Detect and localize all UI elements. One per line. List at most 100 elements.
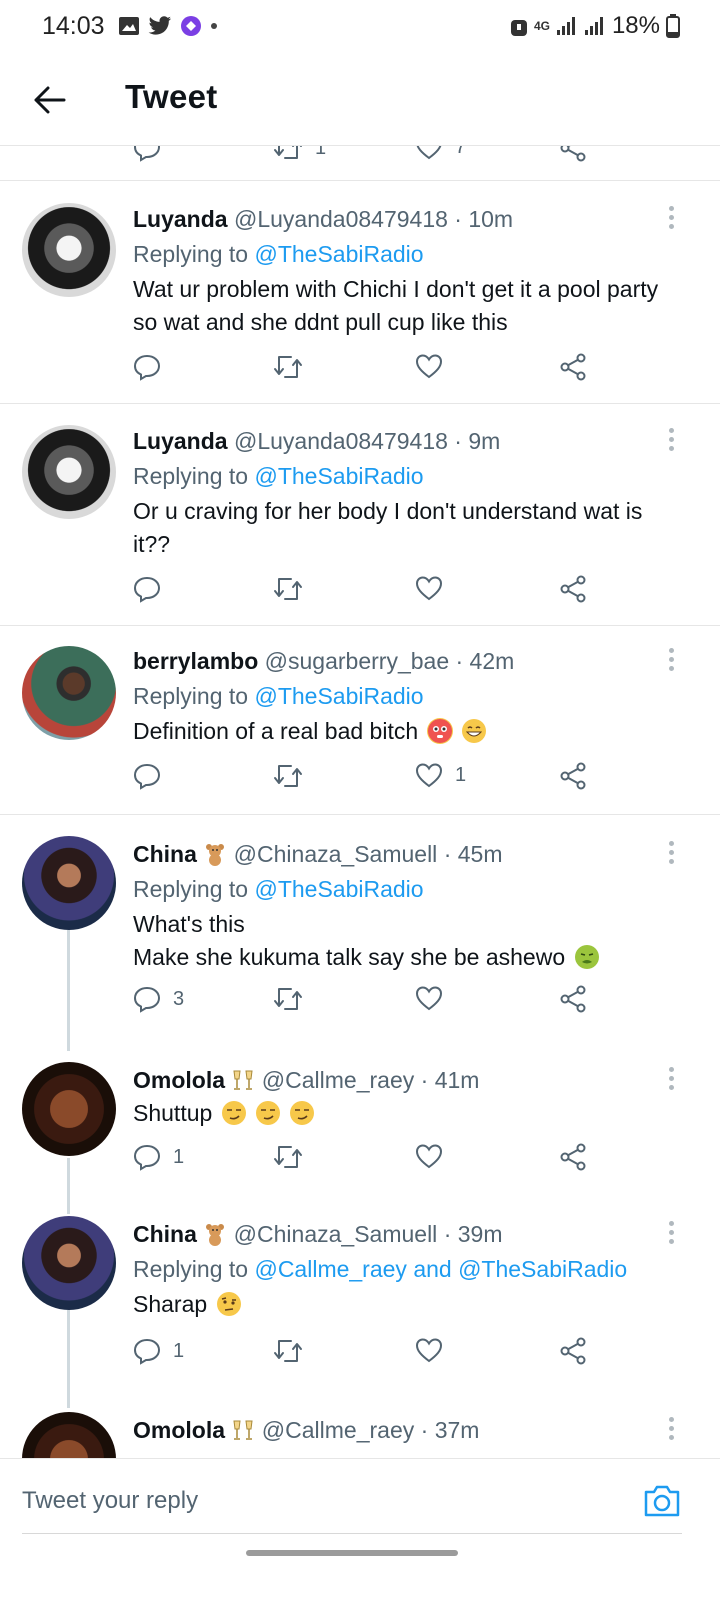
reply-button[interactable] <box>133 353 173 381</box>
tweet-item[interactable]: Omolola @Callme_raey · 41m Shuttup 1 <box>0 1057 720 1211</box>
like-button[interactable] <box>415 353 455 379</box>
author-handle[interactable]: @Luyanda08479418 <box>234 428 448 454</box>
author-name[interactable]: Omolola <box>133 1067 225 1093</box>
tweet-actions: 1 <box>133 1337 603 1371</box>
tweet-actions: 1 <box>133 762 603 796</box>
author-handle[interactable]: @Chinaza_Samuell <box>234 841 438 867</box>
avatar[interactable] <box>22 1216 116 1310</box>
avatar[interactable] <box>22 425 116 519</box>
share-button[interactable] <box>559 762 587 790</box>
replying-to-link[interactable]: @TheSabiRadio <box>254 876 423 902</box>
author-name[interactable]: China <box>133 841 197 867</box>
reply-input[interactable]: Tweet your reply <box>22 1487 198 1515</box>
author-handle[interactable]: @Callme_raey <box>262 1417 414 1443</box>
tweet-header: Omolola @Callme_raey · 41m <box>133 1067 660 1098</box>
app-header: Tweet <box>0 56 720 146</box>
share-button[interactable] <box>559 985 587 1013</box>
battery-icon <box>666 14 680 38</box>
retweet-button[interactable] <box>273 985 315 1013</box>
share-button[interactable] <box>559 575 587 603</box>
avatar[interactable] <box>22 1062 116 1156</box>
more-options-button[interactable] <box>666 1221 676 1244</box>
more-options-button[interactable] <box>666 428 676 451</box>
like-button[interactable] <box>415 985 455 1011</box>
reply-button[interactable] <box>133 762 173 790</box>
avatar[interactable] <box>22 836 116 930</box>
author-name[interactable]: berrylambo <box>133 648 258 674</box>
reply-button[interactable]: 3 <box>133 985 184 1013</box>
replying-to-link[interactable]: @TheSabiRadio <box>254 241 423 267</box>
replying-to: Replying to @Callme_raey and @TheSabiRad… <box>133 1256 627 1283</box>
author-handle[interactable]: @Callme_raey <box>262 1067 414 1093</box>
tweet-item[interactable]: Luyanda @Luyanda08479418 · 10m Replying … <box>0 182 720 404</box>
face-with-raised-eyebrow-emoji <box>216 1291 242 1317</box>
retweet-button[interactable] <box>273 353 315 381</box>
tweet-actions <box>133 353 603 387</box>
author-handle[interactable]: @Chinaza_Samuell <box>234 1221 438 1247</box>
tweet-time: · 41m <box>420 1067 480 1093</box>
share-button[interactable] <box>559 146 587 162</box>
replying-label: Replying to <box>133 241 249 267</box>
reply-button[interactable]: 1 <box>133 1143 184 1171</box>
reply-icon <box>133 763 161 790</box>
retweet-button[interactable] <box>273 1337 315 1365</box>
tweet-item[interactable]: Luyanda @Luyanda08479418 · 9m Replying t… <box>0 404 720 626</box>
smirking-face-emoji <box>255 1100 281 1126</box>
tweet-text: Shuttup <box>133 1100 213 1126</box>
share-icon <box>560 1143 586 1171</box>
camera-button[interactable] <box>642 1483 682 1523</box>
author-name[interactable]: China <box>133 1221 197 1247</box>
status-right: 4G 18% <box>510 12 680 40</box>
like-button[interactable]: 7 <box>415 146 466 160</box>
back-button[interactable] <box>30 80 70 120</box>
more-options-button[interactable] <box>666 206 676 229</box>
like-button[interactable] <box>415 575 455 601</box>
retweet-button[interactable] <box>273 575 315 603</box>
avatar[interactable] <box>22 203 116 297</box>
more-options-button[interactable] <box>666 1067 676 1090</box>
more-options-button[interactable] <box>666 648 676 671</box>
retweet-button[interactable] <box>273 762 315 790</box>
author-name[interactable]: Luyanda <box>133 206 228 232</box>
gallery-icon <box>119 17 139 35</box>
avatar[interactable] <box>22 646 116 740</box>
more-options-button[interactable] <box>666 841 676 864</box>
heart-icon <box>415 576 443 601</box>
retweet-button[interactable]: 1 <box>273 146 326 162</box>
author-handle[interactable]: @sugarberry_bae <box>265 648 449 674</box>
replying-label: Replying to <box>133 876 249 902</box>
retweet-icon <box>274 765 302 787</box>
tweet-item[interactable]: berrylambo @sugarberry_bae · 42m Replyin… <box>0 626 720 815</box>
retweet-icon <box>274 356 302 378</box>
replying-to: Replying to @TheSabiRadio <box>133 241 424 268</box>
author-handle[interactable]: @Luyanda08479418 <box>234 206 448 232</box>
share-button[interactable] <box>559 1337 587 1365</box>
like-button[interactable]: 1 <box>415 762 466 788</box>
reply-button[interactable]: 1 <box>133 1337 184 1365</box>
tweet-item[interactable]: China @Chinaza_Samuell · 45m Replying to… <box>0 815 720 1057</box>
author-name[interactable]: Omolola <box>133 1417 225 1443</box>
share-icon <box>560 146 586 162</box>
tweet-item[interactable]: China @Chinaza_Samuell · 39m Replying to… <box>0 1211 720 1407</box>
more-options-button[interactable] <box>666 1417 676 1440</box>
tweet-text-line-2: Make she kukuma talk say she be ashewo <box>133 941 680 974</box>
share-button[interactable] <box>559 1143 587 1171</box>
replying-to-link[interactable]: @TheSabiRadio <box>254 683 423 709</box>
retweet-button[interactable] <box>273 1143 315 1171</box>
reply-thread[interactable]: 1 7 Luyanda @Luyanda08479418 · 10m Reply… <box>0 146 720 1492</box>
reply-icon <box>133 354 161 381</box>
replying-to-link[interactable]: @TheSabiRadio <box>254 463 423 489</box>
reply-button[interactable] <box>133 575 173 603</box>
share-button[interactable] <box>559 353 587 381</box>
home-indicator[interactable] <box>246 1550 458 1556</box>
replying-to-link[interactable]: @Callme_raey and @TheSabiRadio <box>254 1256 627 1282</box>
like-button[interactable] <box>415 1143 455 1169</box>
network-type: 4G <box>533 19 550 33</box>
heart-icon <box>415 1338 443 1363</box>
share-icon <box>560 353 586 381</box>
like-button[interactable] <box>415 1337 455 1363</box>
reply-button[interactable] <box>133 146 161 162</box>
tweet-text-container: Definition of a real bad bitch <box>133 715 680 748</box>
heart-icon <box>415 1144 443 1169</box>
author-name[interactable]: Luyanda <box>133 428 228 454</box>
